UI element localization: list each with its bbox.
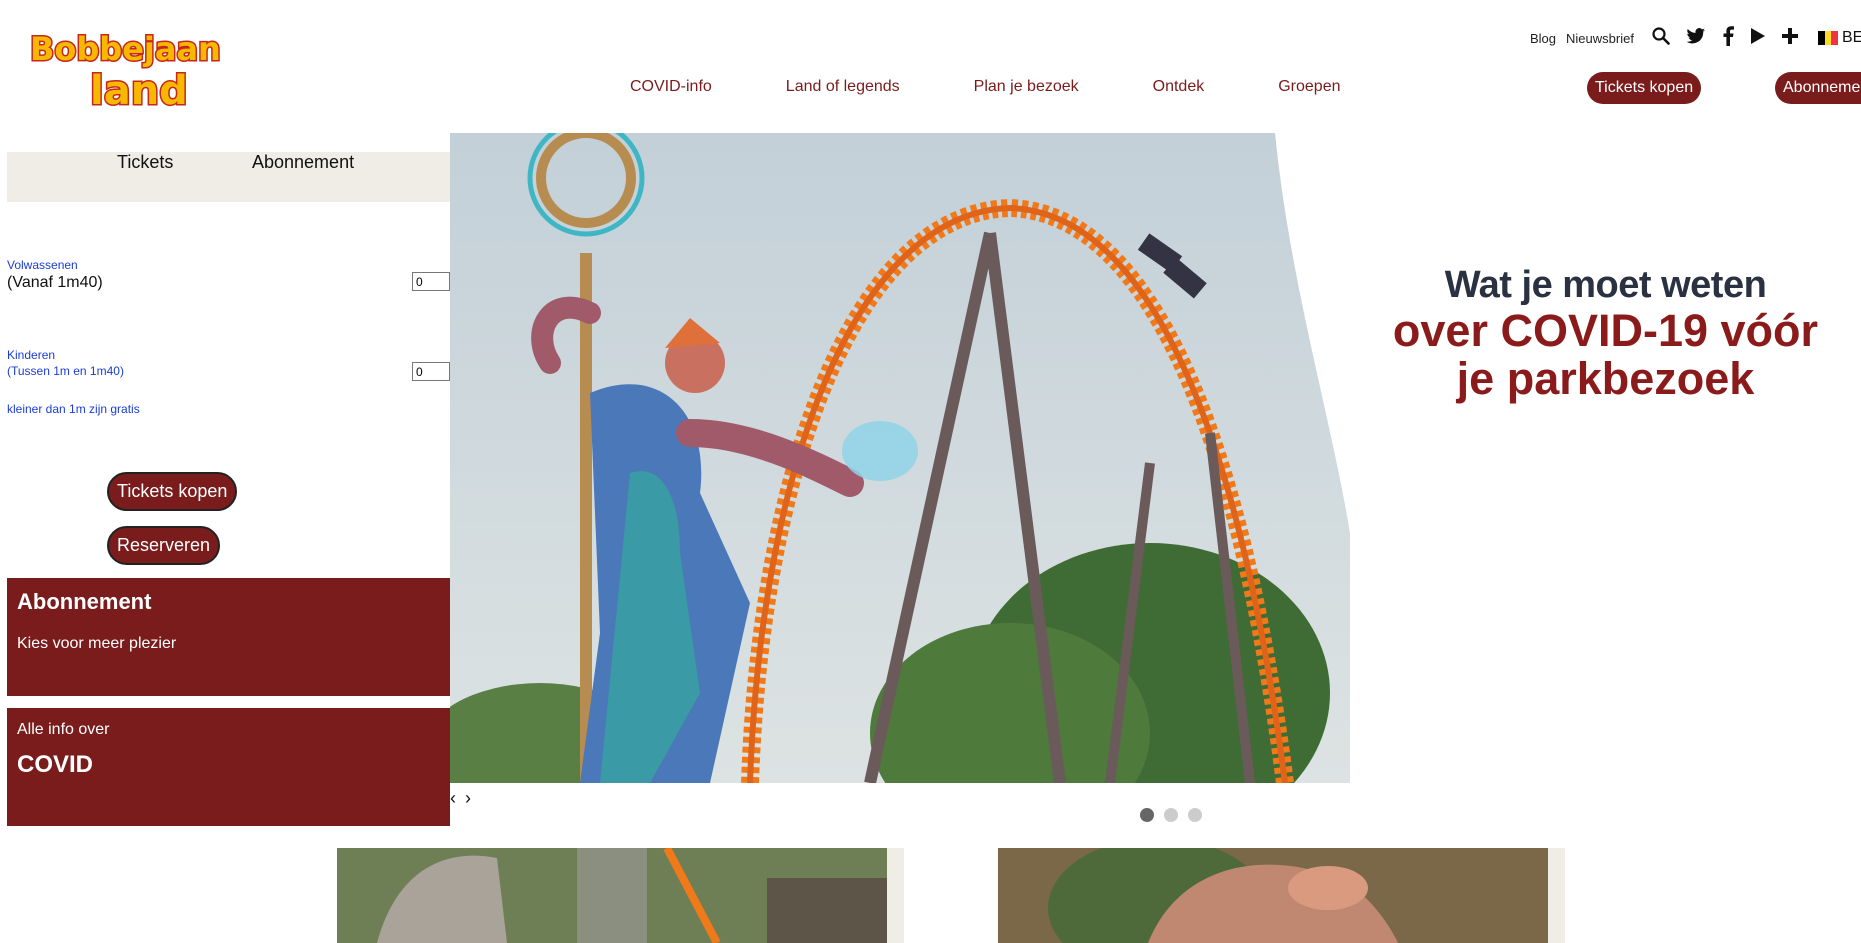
covid-pre-text: Alle info over xyxy=(17,721,110,738)
newsletter-link[interactable]: Nieuwsbrief xyxy=(1566,31,1634,46)
facebook-icon[interactable] xyxy=(1722,25,1734,51)
adult-ticket-row: Volwassenen (Vanaf 1m40) xyxy=(7,258,450,292)
free-note: kleiner dan 1m zijn gratis xyxy=(7,402,140,416)
slider-prev-icon[interactable]: ‹ xyxy=(450,788,456,808)
slider-next-icon[interactable]: › xyxy=(465,788,471,808)
feature-card-2-image xyxy=(998,848,1548,943)
main-navigation: COVID-info Land of legends Plan je bezoe… xyxy=(630,78,1415,96)
hero-caption: Wat je moet weten over COVID-19 vóór je … xyxy=(1350,263,1861,403)
widget-tabs: Tickets Abonnement xyxy=(7,152,450,202)
hero-line-1: Wat je moet weten xyxy=(1444,264,1767,306)
logo[interactable]: Bobbejaan land xyxy=(20,20,240,116)
adult-quantity-input[interactable] xyxy=(412,272,450,291)
plus-icon[interactable] xyxy=(1781,27,1798,49)
slide-dot-1[interactable] xyxy=(1140,808,1154,822)
child-quantity-input[interactable] xyxy=(412,362,450,381)
youtube-icon[interactable] xyxy=(1750,27,1766,50)
feature-card-2[interactable] xyxy=(998,848,1565,943)
promo-title: Abonnement xyxy=(17,589,152,614)
search-icon[interactable] xyxy=(1652,26,1670,50)
tab-abonnement[interactable]: Abonnement xyxy=(252,152,354,173)
slide-dot-3[interactable] xyxy=(1188,808,1202,822)
child-label: Kinderen xyxy=(7,348,56,362)
reserve-button[interactable]: Reserveren xyxy=(107,526,221,565)
hero-slider[interactable]: Wat je moet weten over COVID-19 vóór je … xyxy=(450,133,1861,783)
nav-covid-info[interactable]: COVID-info xyxy=(630,78,712,96)
logo-text-top: Bobbejaan xyxy=(30,30,221,68)
feature-card-1-image xyxy=(337,848,887,943)
covid-info-promo[interactable]: Alle info over COVID xyxy=(7,708,450,826)
logo-text-bottom: land xyxy=(90,68,188,114)
utility-bar: Blog Nieuwsbrief BE xyxy=(1530,25,1861,51)
nav-groepen[interactable]: Groepen xyxy=(1278,78,1340,96)
hero-line-2: over COVID-19 vóór xyxy=(1392,305,1819,356)
child-ticket-row: Kinderen (Tussen 1m en 1m40) xyxy=(7,348,450,381)
belgium-flag-icon[interactable] xyxy=(1817,31,1838,45)
header-subscription-button[interactable]: Abonnement xyxy=(1775,72,1861,104)
language-label[interactable]: BE xyxy=(1842,29,1861,47)
tab-tickets[interactable]: Tickets xyxy=(117,152,173,173)
adult-label: Volwassenen xyxy=(7,258,78,272)
ticket-widget: Tickets Abonnement Volwassenen (Vanaf 1m… xyxy=(7,152,450,565)
buy-tickets-button[interactable]: Tickets kopen xyxy=(107,472,238,511)
nav-plan-je-bezoek[interactable]: Plan je bezoek xyxy=(974,78,1079,96)
hero-image xyxy=(450,133,1350,783)
slider-dots xyxy=(1140,808,1212,822)
feature-card-1[interactable] xyxy=(337,848,904,943)
nav-ontdek[interactable]: Ontdek xyxy=(1153,78,1205,96)
subscription-promo[interactable]: Abonnement Kies voor meer plezier xyxy=(7,578,450,696)
child-sublabel: (Tussen 1m en 1m40) xyxy=(7,364,124,378)
blog-link[interactable]: Blog xyxy=(1530,31,1556,46)
slide-dot-2[interactable] xyxy=(1164,808,1178,822)
adult-sublabel: (Vanaf 1m40) xyxy=(7,274,103,291)
covid-title: COVID xyxy=(17,751,94,778)
hero-line-3: je parkbezoek xyxy=(1456,353,1755,404)
twitter-icon[interactable] xyxy=(1686,27,1706,50)
header-tickets-button[interactable]: Tickets kopen xyxy=(1587,72,1702,104)
slider-arrows: ‹ › xyxy=(450,788,471,809)
nav-land-of-legends[interactable]: Land of legends xyxy=(786,78,900,96)
promo-text: Kies voor meer plezier xyxy=(17,635,177,652)
